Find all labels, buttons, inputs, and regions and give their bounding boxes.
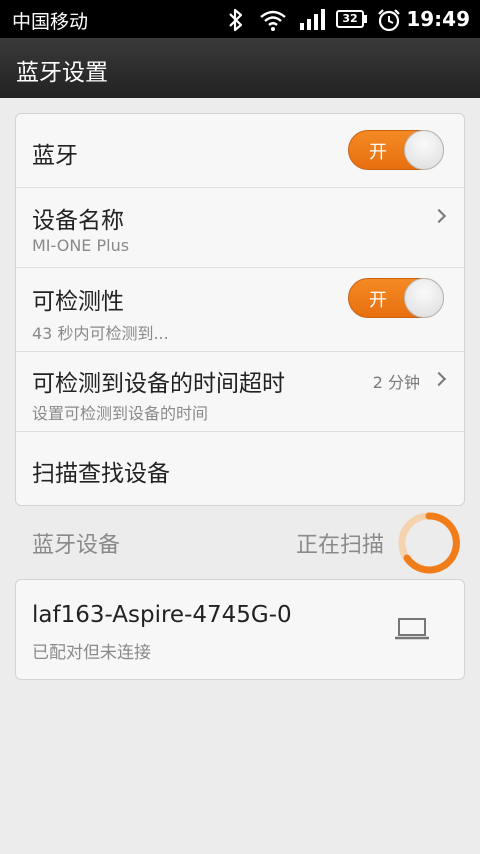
toggle-knob [404, 130, 444, 170]
timeout-label: 可检测到设备的时间超时 [32, 371, 285, 397]
bluetooth-label: 蓝牙 [32, 143, 78, 169]
device-name: laf163-Aspire-4745G-0 [32, 602, 292, 628]
bluetooth-icon [229, 8, 243, 32]
status-bar: 中国移动 32 19:49 [0, 0, 480, 38]
discoverable-row[interactable]: 可检测性 43 秒内可检测到... 开 [16, 268, 464, 352]
bluetooth-devices-header: 蓝牙设备 [32, 533, 121, 558]
battery-tip [364, 15, 367, 23]
bluetooth-toggle-row[interactable]: 蓝牙 开 [16, 114, 464, 188]
loading-spinner-icon [398, 512, 460, 574]
status-time: 19:49 [406, 7, 470, 31]
devices-card: laf163-Aspire-4745G-0 已配对但未连接 [15, 579, 465, 680]
bluetooth-settings-card: 蓝牙 开 设备名称 MI-ONE Plus 可检测性 43 秒内可检测到... … [15, 113, 465, 506]
device-name-value: MI-ONE Plus [32, 236, 130, 255]
discoverable-toggle-label: 开 [369, 290, 387, 311]
discoverable-subtitle: 43 秒内可检测到... [32, 324, 169, 343]
scanning-status: 正在扫描 [295, 533, 384, 558]
discoverable-timeout-row[interactable]: 可检测到设备的时间超时 设置可检测到设备的时间 2 分钟 [16, 352, 464, 432]
device-name-label: 设备名称 [32, 208, 124, 234]
device-list-item[interactable]: laf163-Aspire-4745G-0 已配对但未连接 [16, 580, 464, 679]
wifi-icon [260, 10, 286, 31]
carrier-name: 中国移动 [12, 11, 89, 33]
battery-level: 32 [342, 12, 358, 25]
scan-devices-row[interactable]: 扫描查找设备 [16, 432, 464, 506]
battery-icon: 32 [336, 10, 364, 28]
title-bar: 蓝牙设置 [0, 38, 480, 98]
device-status: 已配对但未连接 [32, 643, 151, 663]
timeout-value: 2 分钟 [372, 373, 420, 392]
device-name-row[interactable]: 设备名称 MI-ONE Plus [16, 188, 464, 268]
discoverable-label: 可检测性 [32, 289, 124, 315]
alarm-clock-icon [378, 9, 400, 32]
scan-devices-label: 扫描查找设备 [32, 461, 170, 487]
laptop-icon [395, 618, 429, 640]
chevron-right-icon [431, 371, 447, 387]
signal-icon [300, 9, 325, 30]
bluetooth-toggle[interactable]: 开 [348, 130, 444, 170]
toggle-knob [404, 278, 444, 318]
timeout-subtitle: 设置可检测到设备的时间 [32, 404, 209, 423]
chevron-right-icon [431, 208, 447, 224]
bluetooth-toggle-label: 开 [369, 142, 387, 163]
discoverable-toggle[interactable]: 开 [348, 278, 444, 318]
page-title: 蓝牙设置 [16, 60, 108, 86]
